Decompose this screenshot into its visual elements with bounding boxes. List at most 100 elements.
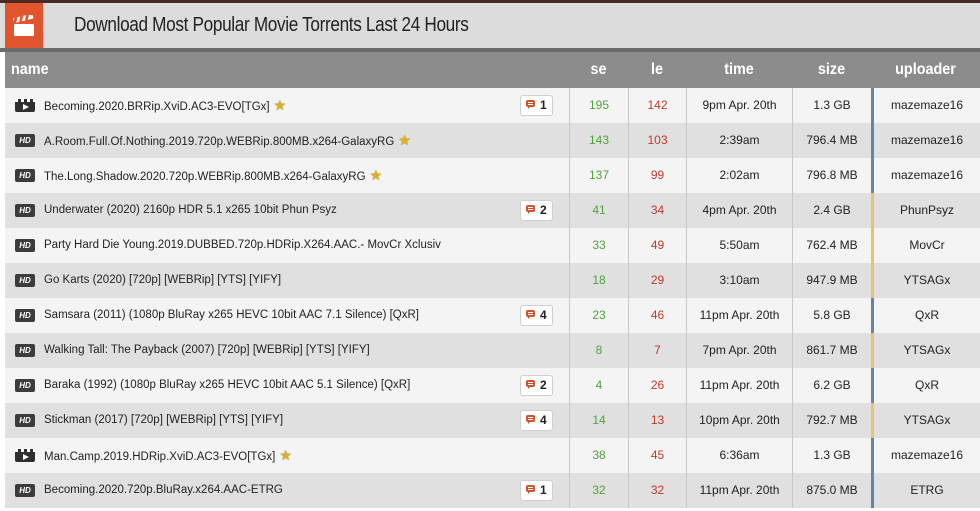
uploader-link[interactable]: PhunPsyz bbox=[871, 193, 980, 228]
comment-count: 1 bbox=[540, 98, 547, 112]
torrent-link[interactable]: The.Long.Shadow.2020.720p.WEBRip.800MB.x… bbox=[44, 158, 382, 195]
star-icon: ★ bbox=[369, 167, 383, 183]
torrent-link[interactable]: Samsara (2011) (1080p BluRay x265 HEVC 1… bbox=[44, 298, 419, 333]
torrent-title: Samsara (2011) (1080p BluRay x265 HEVC 1… bbox=[44, 309, 419, 321]
torrent-name-cell: HD Walking Tall: The Payback (2007) [720p… bbox=[5, 333, 569, 368]
comments-button[interactable]: 1 bbox=[520, 95, 553, 116]
time-value: 11pm Apr. 20th bbox=[686, 473, 792, 508]
table-row: HD The.Long.Shadow.2020.720p.WEBRip.800MB… bbox=[5, 158, 980, 193]
uploader-link[interactable]: mazemaze16 bbox=[871, 88, 980, 123]
torrent-title: Go Karts (2020) [720p] [WEBRip] [YTS] [Y… bbox=[44, 274, 282, 286]
seeders-value: 195 bbox=[569, 88, 628, 123]
comment-icon bbox=[526, 205, 535, 214]
clapperboard-icon bbox=[5, 3, 43, 48]
comment-icon bbox=[526, 380, 535, 389]
torrent-name-cell: HD Party Hard Die Young.2019.DUBBED.720p.… bbox=[5, 228, 569, 263]
torrent-link[interactable]: Becoming.2020.720p.BluRay.x264.AAC-ETRG bbox=[44, 473, 283, 508]
hd-category-icon[interactable]: HD bbox=[15, 309, 35, 322]
torrent-link[interactable]: Go Karts (2020) [720p] [WEBRip] [YTS] [Y… bbox=[44, 263, 281, 298]
torrent-name-cell: HD A.Room.Full.Of.Nothing.2019.720p.WEBRi… bbox=[5, 123, 569, 158]
table-header: name se le time size uploader bbox=[5, 52, 980, 88]
comments-button[interactable]: 2 bbox=[520, 375, 553, 396]
size-value: 1.3 GB bbox=[792, 438, 871, 473]
uploader-link[interactable]: mazemaze16 bbox=[871, 123, 980, 158]
time-value: 9pm Apr. 20th bbox=[686, 88, 792, 123]
torrent-name-cell: HD The.Long.Shadow.2020.720p.WEBRip.800MB… bbox=[5, 158, 569, 193]
star-icon: ★ bbox=[279, 447, 292, 463]
torrent-link[interactable]: Baraka (1992) (1080p BluRay x265 HEVC 10… bbox=[44, 368, 410, 403]
torrent-link[interactable]: A.Room.Full.Of.Nothing.2019.720p.WEBRip.… bbox=[44, 123, 411, 160]
uploader-link[interactable]: YTSAGx bbox=[871, 263, 980, 298]
torrent-name-cell: Becoming.2020.BRRip.XviD.AC3-EVO[TGx] ★ 1 bbox=[5, 88, 569, 123]
uploader-link[interactable]: mazemaze16 bbox=[871, 438, 980, 473]
uploader-link[interactable]: mazemaze16 bbox=[871, 158, 980, 193]
time-value: 11pm Apr. 20th bbox=[686, 298, 792, 333]
size-value: 796.4 MB bbox=[792, 123, 871, 158]
time-value: 11pm Apr. 20th bbox=[686, 368, 792, 403]
torrent-link[interactable]: Man.Camp.2019.HDRip.XviD.AC3-EVO[TGx] ★ bbox=[44, 438, 292, 475]
header-seeders[interactable]: se bbox=[572, 52, 625, 88]
leechers-value: 34 bbox=[628, 193, 686, 228]
comments-button[interactable]: 4 bbox=[520, 410, 553, 431]
time-value: 10pm Apr. 20th bbox=[686, 403, 792, 438]
table-row: HD Go Karts (2020) [720p] [WEBRip] [YTS] … bbox=[5, 263, 980, 298]
seeders-value: 41 bbox=[569, 193, 628, 228]
comment-count: 1 bbox=[540, 483, 547, 497]
hd-category-icon[interactable]: HD bbox=[15, 274, 35, 287]
header-time[interactable]: time bbox=[691, 52, 786, 88]
comment-icon bbox=[526, 310, 535, 319]
seeders-value: 32 bbox=[569, 473, 628, 508]
star-icon: ★ bbox=[398, 132, 411, 148]
seeders-value: 4 bbox=[569, 368, 628, 403]
leechers-value: 26 bbox=[628, 368, 686, 403]
uploader-link[interactable]: YTSAGx bbox=[871, 403, 980, 438]
torrent-link[interactable]: Underwater (2020) 2160p HDR 5.1 x265 10b… bbox=[44, 193, 337, 228]
comment-icon bbox=[526, 485, 535, 494]
table-row: Becoming.2020.BRRip.XviD.AC3-EVO[TGx] ★ 1 1… bbox=[5, 88, 980, 123]
size-value: 792.7 MB bbox=[792, 403, 871, 438]
size-value: 861.7 MB bbox=[792, 333, 871, 368]
header-leechers[interactable]: le bbox=[631, 52, 683, 88]
movie-category-icon[interactable] bbox=[15, 99, 35, 112]
torrent-title: Man.Camp.2019.HDRip.XviD.AC3-EVO[TGx] bbox=[44, 451, 276, 463]
hd-category-icon[interactable]: HD bbox=[15, 344, 35, 357]
uploader-link[interactable]: YTSAGx bbox=[871, 333, 980, 368]
leechers-value: 29 bbox=[628, 263, 686, 298]
seeders-value: 33 bbox=[569, 228, 628, 263]
size-value: 875.0 MB bbox=[792, 473, 871, 508]
time-value: 6:36am bbox=[686, 438, 792, 473]
torrent-title: Walking Tall: The Payback (2007) [720p] … bbox=[44, 344, 370, 356]
time-value: 2:39am bbox=[686, 123, 792, 158]
torrent-link[interactable]: Party Hard Die Young.2019.DUBBED.720p.HD… bbox=[44, 228, 441, 263]
hd-category-icon[interactable]: HD bbox=[15, 379, 35, 392]
hd-category-icon[interactable]: HD bbox=[15, 414, 35, 427]
hd-category-icon[interactable]: HD bbox=[15, 134, 35, 147]
header-name[interactable]: name bbox=[11, 52, 49, 88]
torrent-title: Becoming.2020.720p.BluRay.x264.AAC-ETRG bbox=[44, 484, 283, 496]
hd-category-icon[interactable]: HD bbox=[15, 204, 35, 217]
comments-button[interactable]: 1 bbox=[520, 480, 553, 501]
comment-count: 2 bbox=[540, 378, 547, 392]
uploader-link[interactable]: QxR bbox=[871, 368, 980, 403]
uploader-link[interactable]: QxR bbox=[871, 298, 980, 333]
movie-category-icon[interactable] bbox=[15, 449, 35, 462]
torrent-title: Stickman (2017) [720p] [WEBRip] [YTS] [Y… bbox=[44, 414, 284, 426]
torrent-title: Party Hard Die Young.2019.DUBBED.720p.HD… bbox=[44, 239, 441, 251]
hd-category-icon[interactable]: HD bbox=[15, 484, 35, 497]
hd-category-icon[interactable]: HD bbox=[15, 239, 35, 252]
comments-button[interactable]: 2 bbox=[520, 200, 553, 221]
table-row: HD Becoming.2020.720p.BluRay.x264.AAC-ETR… bbox=[5, 473, 980, 508]
hd-category-icon[interactable]: HD bbox=[15, 169, 35, 182]
header-uploader[interactable]: uploader bbox=[876, 52, 974, 88]
uploader-link[interactable]: ETRG bbox=[871, 473, 980, 508]
header-size[interactable]: size bbox=[796, 52, 867, 88]
torrent-link[interactable]: Walking Tall: The Payback (2007) [720p] … bbox=[44, 333, 370, 368]
seeders-value: 38 bbox=[569, 438, 628, 473]
torrent-title: A.Room.Full.Of.Nothing.2019.720p.WEBRip.… bbox=[44, 136, 395, 148]
leechers-value: 103 bbox=[628, 123, 686, 158]
comments-button[interactable]: 4 bbox=[520, 305, 553, 326]
table-row: HD Underwater (2020) 2160p HDR 5.1 x265 1… bbox=[5, 193, 980, 228]
torrent-link[interactable]: Stickman (2017) [720p] [WEBRip] [YTS] [Y… bbox=[44, 403, 283, 438]
torrent-link[interactable]: Becoming.2020.BRRip.XviD.AC3-EVO[TGx] ★ bbox=[44, 88, 286, 125]
uploader-link[interactable]: MovCr bbox=[871, 228, 980, 263]
